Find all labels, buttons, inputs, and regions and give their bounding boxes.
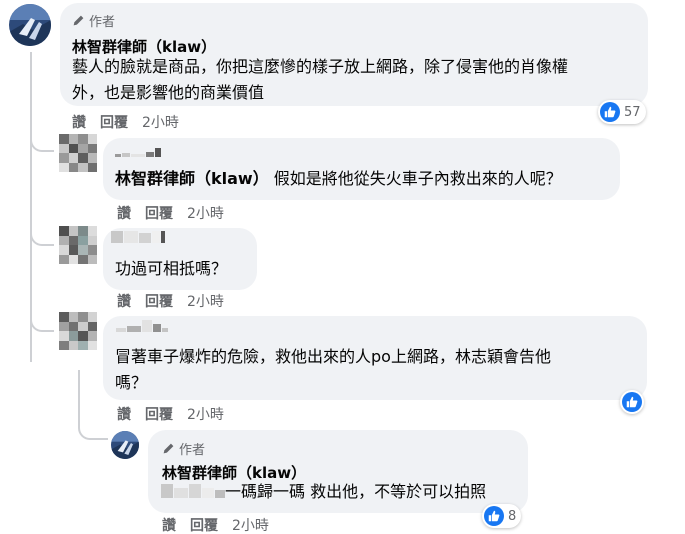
reaction-count: 57 [624,104,641,120]
blurred-commenter-name[interactable] [111,231,165,243]
like-icon [484,506,504,526]
thread-connector-4 [78,420,108,440]
thread-connector-3 [30,312,54,332]
pencil-icon [163,443,174,454]
blurred-commenter-name[interactable] [116,320,168,332]
blurred-commenter-name[interactable] [115,148,161,157]
reply-actions-2: 讚 回覆 2小時 [117,291,224,311]
reply-button[interactable]: 回覆 [145,291,173,311]
timestamp[interactable]: 2小時 [187,291,224,311]
timestamp[interactable]: 2小時 [187,203,224,223]
reaction-summary[interactable] [620,390,644,414]
thread-connector-2 [30,226,54,246]
thread-line-reply3 [78,370,80,422]
like-button[interactable]: 讚 [117,404,131,424]
like-button[interactable]: 讚 [72,112,86,132]
author-badge-label: 作者 [89,15,116,30]
blurred-mention[interactable] [161,484,225,498]
reply-avatar-3[interactable] [59,312,97,350]
author-badge-label: 作者 [179,443,206,458]
thread-connector-1 [30,132,54,152]
author-avatar[interactable] [9,4,51,46]
reply-text-3-line-2: 嗎？ [115,373,148,392]
comment-text-line-1: 藝人的臉就是商品，你把這麼慘的樣子放上網路，除了侵害他的肖像權 [72,57,569,76]
reply-actions-3: 讚 回覆 2小時 [117,404,224,424]
comment-text-line-2: 外，也是影響他的商業價值 [72,83,265,102]
reply-text-1-body: 假如是將他從失火車子內救出來的人呢？ [268,169,562,188]
author-badge: 作者 [162,439,205,458]
like-button[interactable]: 讚 [162,515,176,534]
author-avatar-small[interactable] [111,431,139,459]
reply-avatar-2[interactable] [59,226,97,264]
reaction-count: 8 [508,508,517,524]
reply-actions-4: 讚 回覆 2小時 [162,515,269,534]
reaction-summary[interactable]: 8 [482,504,522,528]
reply-avatar-1[interactable] [59,134,97,172]
like-button[interactable]: 讚 [117,203,131,223]
reply-text-3-line-1: 冒著車子爆炸的危險，救他出來的人po上網路，林志穎會告他 [115,347,551,366]
comment-actions: 讚 回覆 2小時 [72,112,179,132]
timestamp[interactable]: 2小時 [187,404,224,424]
author-badge: 作者 [72,11,115,30]
reply-button[interactable]: 回覆 [190,515,218,534]
reaction-summary[interactable]: 57 [598,100,646,124]
reply-button[interactable]: 回覆 [100,112,128,132]
timestamp[interactable]: 2小時 [232,515,269,534]
mention-author[interactable]: 林智群律師（klaw） [115,169,269,188]
like-icon [622,392,642,412]
reply-text-1: 林智群律師（klaw） 假如是將他從失火車子內救出來的人呢？ [115,166,562,192]
reply-actions-1: 讚 回覆 2小時 [117,203,224,223]
like-icon [600,102,620,122]
pencil-icon [73,15,84,26]
reply-button[interactable]: 回覆 [145,203,173,223]
reply-button[interactable]: 回覆 [145,404,173,424]
reply-text-4: 一碼歸一碼 救出他，不等於可以拍照 [225,482,487,501]
reply-text-2: 功過可相抵嗎？ [115,259,228,278]
timestamp[interactable]: 2小時 [142,112,179,132]
like-button[interactable]: 讚 [117,291,131,311]
